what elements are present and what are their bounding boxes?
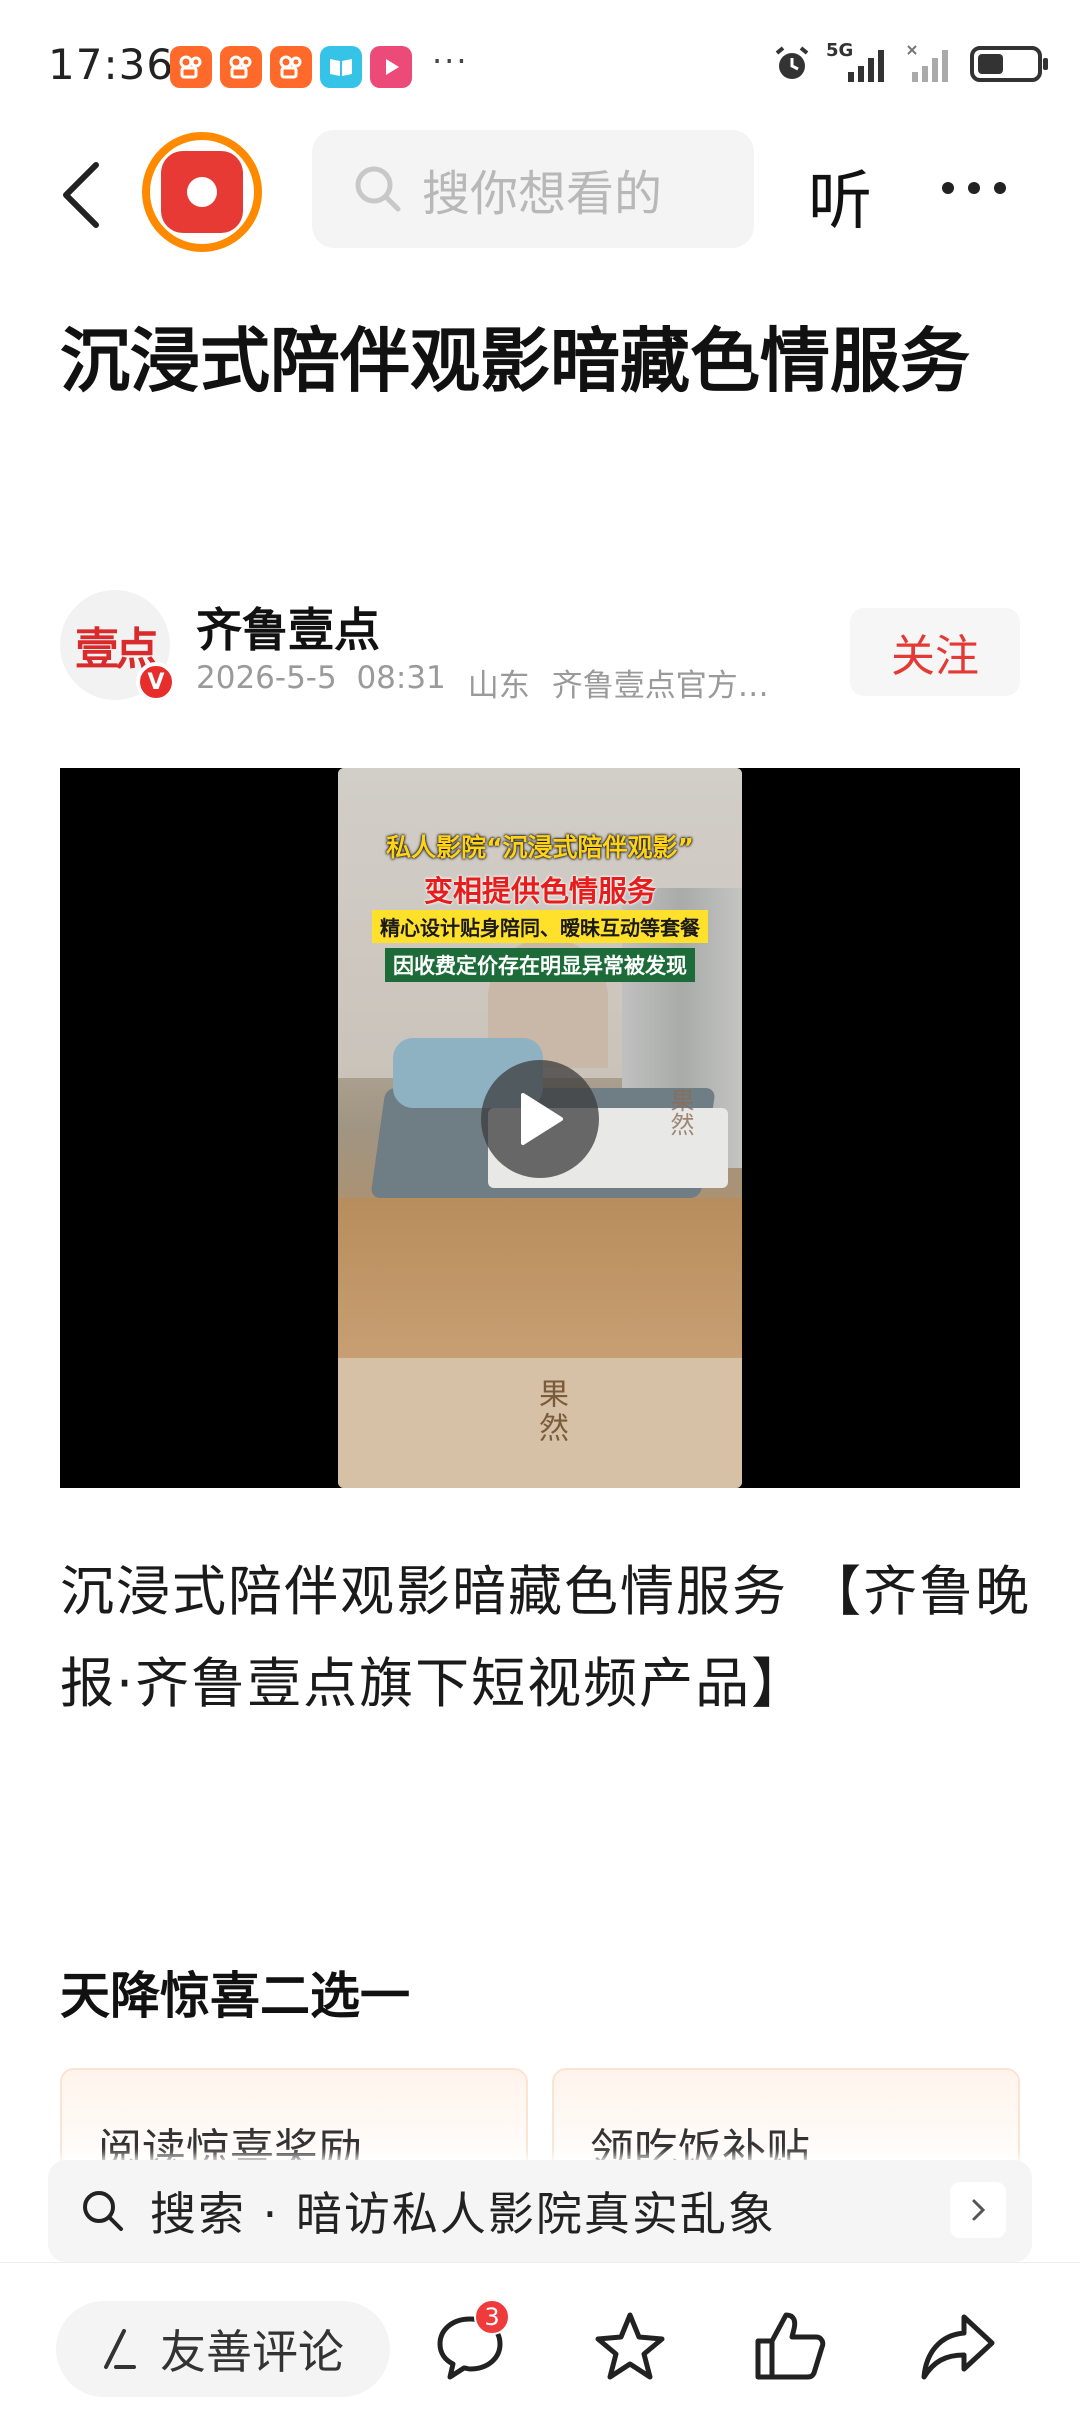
follow-button[interactable]: 关注: [850, 608, 1020, 696]
like-button[interactable]: [750, 2307, 830, 2387]
author-row: 壹点 V 齐鲁壹点 2026-5-5 08:31 山东 齐鲁壹点官方… 关注: [60, 590, 1020, 710]
signal-5g-icon: 5G: [826, 40, 892, 84]
notification-icons: [170, 46, 412, 88]
star-icon: [595, 2312, 665, 2380]
kuaishou-icon: [270, 46, 312, 88]
kuaishou-icon: [170, 46, 212, 88]
search-icon: [355, 166, 401, 212]
publish-date: 2026-5-5: [196, 660, 337, 696]
more-menu-icon[interactable]: [942, 182, 1006, 194]
top-nav: 搜你想看的 听: [0, 130, 1080, 260]
chevron-right-icon[interactable]: [950, 2182, 1006, 2238]
surprise-section-title: 天降惊喜二选一: [60, 1967, 410, 2025]
bottom-action-bar: 友善评论 3: [0, 2262, 1080, 2412]
avatar[interactable]: 壹点 V: [60, 590, 176, 702]
search-input[interactable]: 搜你想看的: [312, 130, 754, 248]
share-icon: [921, 2314, 995, 2380]
author-name[interactable]: 齐鲁壹点: [196, 594, 380, 660]
book-reader-icon: [320, 46, 362, 88]
video-caption-1: 私人影院“沉浸式陪伴观影”: [386, 833, 694, 862]
pen-icon: [104, 2329, 136, 2369]
more-notifications-icon: ···: [432, 42, 469, 80]
status-time: 17:36: [48, 40, 175, 89]
kuaishou-icon: [220, 46, 262, 88]
app-logo-icon: [161, 151, 243, 233]
share-button[interactable]: [918, 2307, 998, 2387]
search-placeholder: 搜你想看的: [422, 166, 663, 222]
comment-input[interactable]: 友善评论: [56, 2301, 390, 2397]
publish-location: 山东: [467, 668, 530, 704]
play-icon: [521, 1093, 563, 1145]
video-caption-2: 变相提供色情服务: [423, 874, 656, 908]
video-play-icon: [370, 46, 412, 88]
search-suggestion-text: 搜索 · 暗访私人影院真实乱象: [150, 2187, 776, 2241]
video-watermark-small: 果然: [666, 1088, 694, 1136]
battery-icon: [970, 46, 1048, 82]
play-button[interactable]: [481, 1060, 599, 1178]
video-caption-4: 因收费定价存在明显异常被发现: [385, 948, 695, 982]
author-meta: 2026-5-5 08:31 山东 齐鲁壹点官方…: [196, 660, 769, 705]
video-caption-3: 精心设计贴身陪同、暧昧互动等套餐: [372, 910, 708, 943]
article-description: 沉浸式陪伴观影暗藏色情服务 【齐鲁晚报·齐鲁壹点旗下短视频产品】: [60, 1560, 1032, 1715]
search-suggestion-bar[interactable]: 搜索 · 暗访私人影院真实乱象: [48, 2160, 1032, 2262]
alarm-icon: [775, 46, 809, 79]
signal-weak-icon: [907, 45, 948, 82]
video-player[interactable]: 果然 果然 私人影院“沉浸式陪伴观影” 变相提供色情服务 精心设计贴身陪同、暧昧…: [60, 768, 1020, 1488]
surprise-cards: 阅读惊喜奖励 领吃饭补贴: [60, 2068, 1020, 2188]
comment-count-badge: 3: [474, 2299, 510, 2335]
system-indicators: 5G: [772, 40, 1048, 84]
comments-button[interactable]: 3: [430, 2299, 510, 2387]
article-title: 沉浸式陪伴观影暗藏色情服务: [60, 320, 970, 402]
battery-level: [978, 54, 1003, 74]
video-thumbnail: 果然 果然 私人影院“沉浸式陪伴观影” 变相提供色情服务 精心设计贴身陪同、暧昧…: [338, 768, 742, 1488]
status-bar: 17:36 ··· 5G: [0, 0, 1080, 130]
comment-placeholder: 友善评论: [160, 2325, 344, 2379]
author-source: 齐鲁壹点官方…: [551, 668, 769, 704]
verified-badge-icon: V: [136, 662, 176, 702]
publish-time: 08:31: [356, 660, 446, 696]
favorite-button[interactable]: [590, 2307, 670, 2387]
video-watermark: 果然: [533, 1378, 568, 1446]
search-icon: [83, 2191, 123, 2231]
thumbs-up-icon: [755, 2312, 826, 2380]
listen-button[interactable]: 听: [808, 150, 872, 242]
back-icon[interactable]: [52, 155, 112, 235]
app-logo[interactable]: [142, 132, 262, 252]
